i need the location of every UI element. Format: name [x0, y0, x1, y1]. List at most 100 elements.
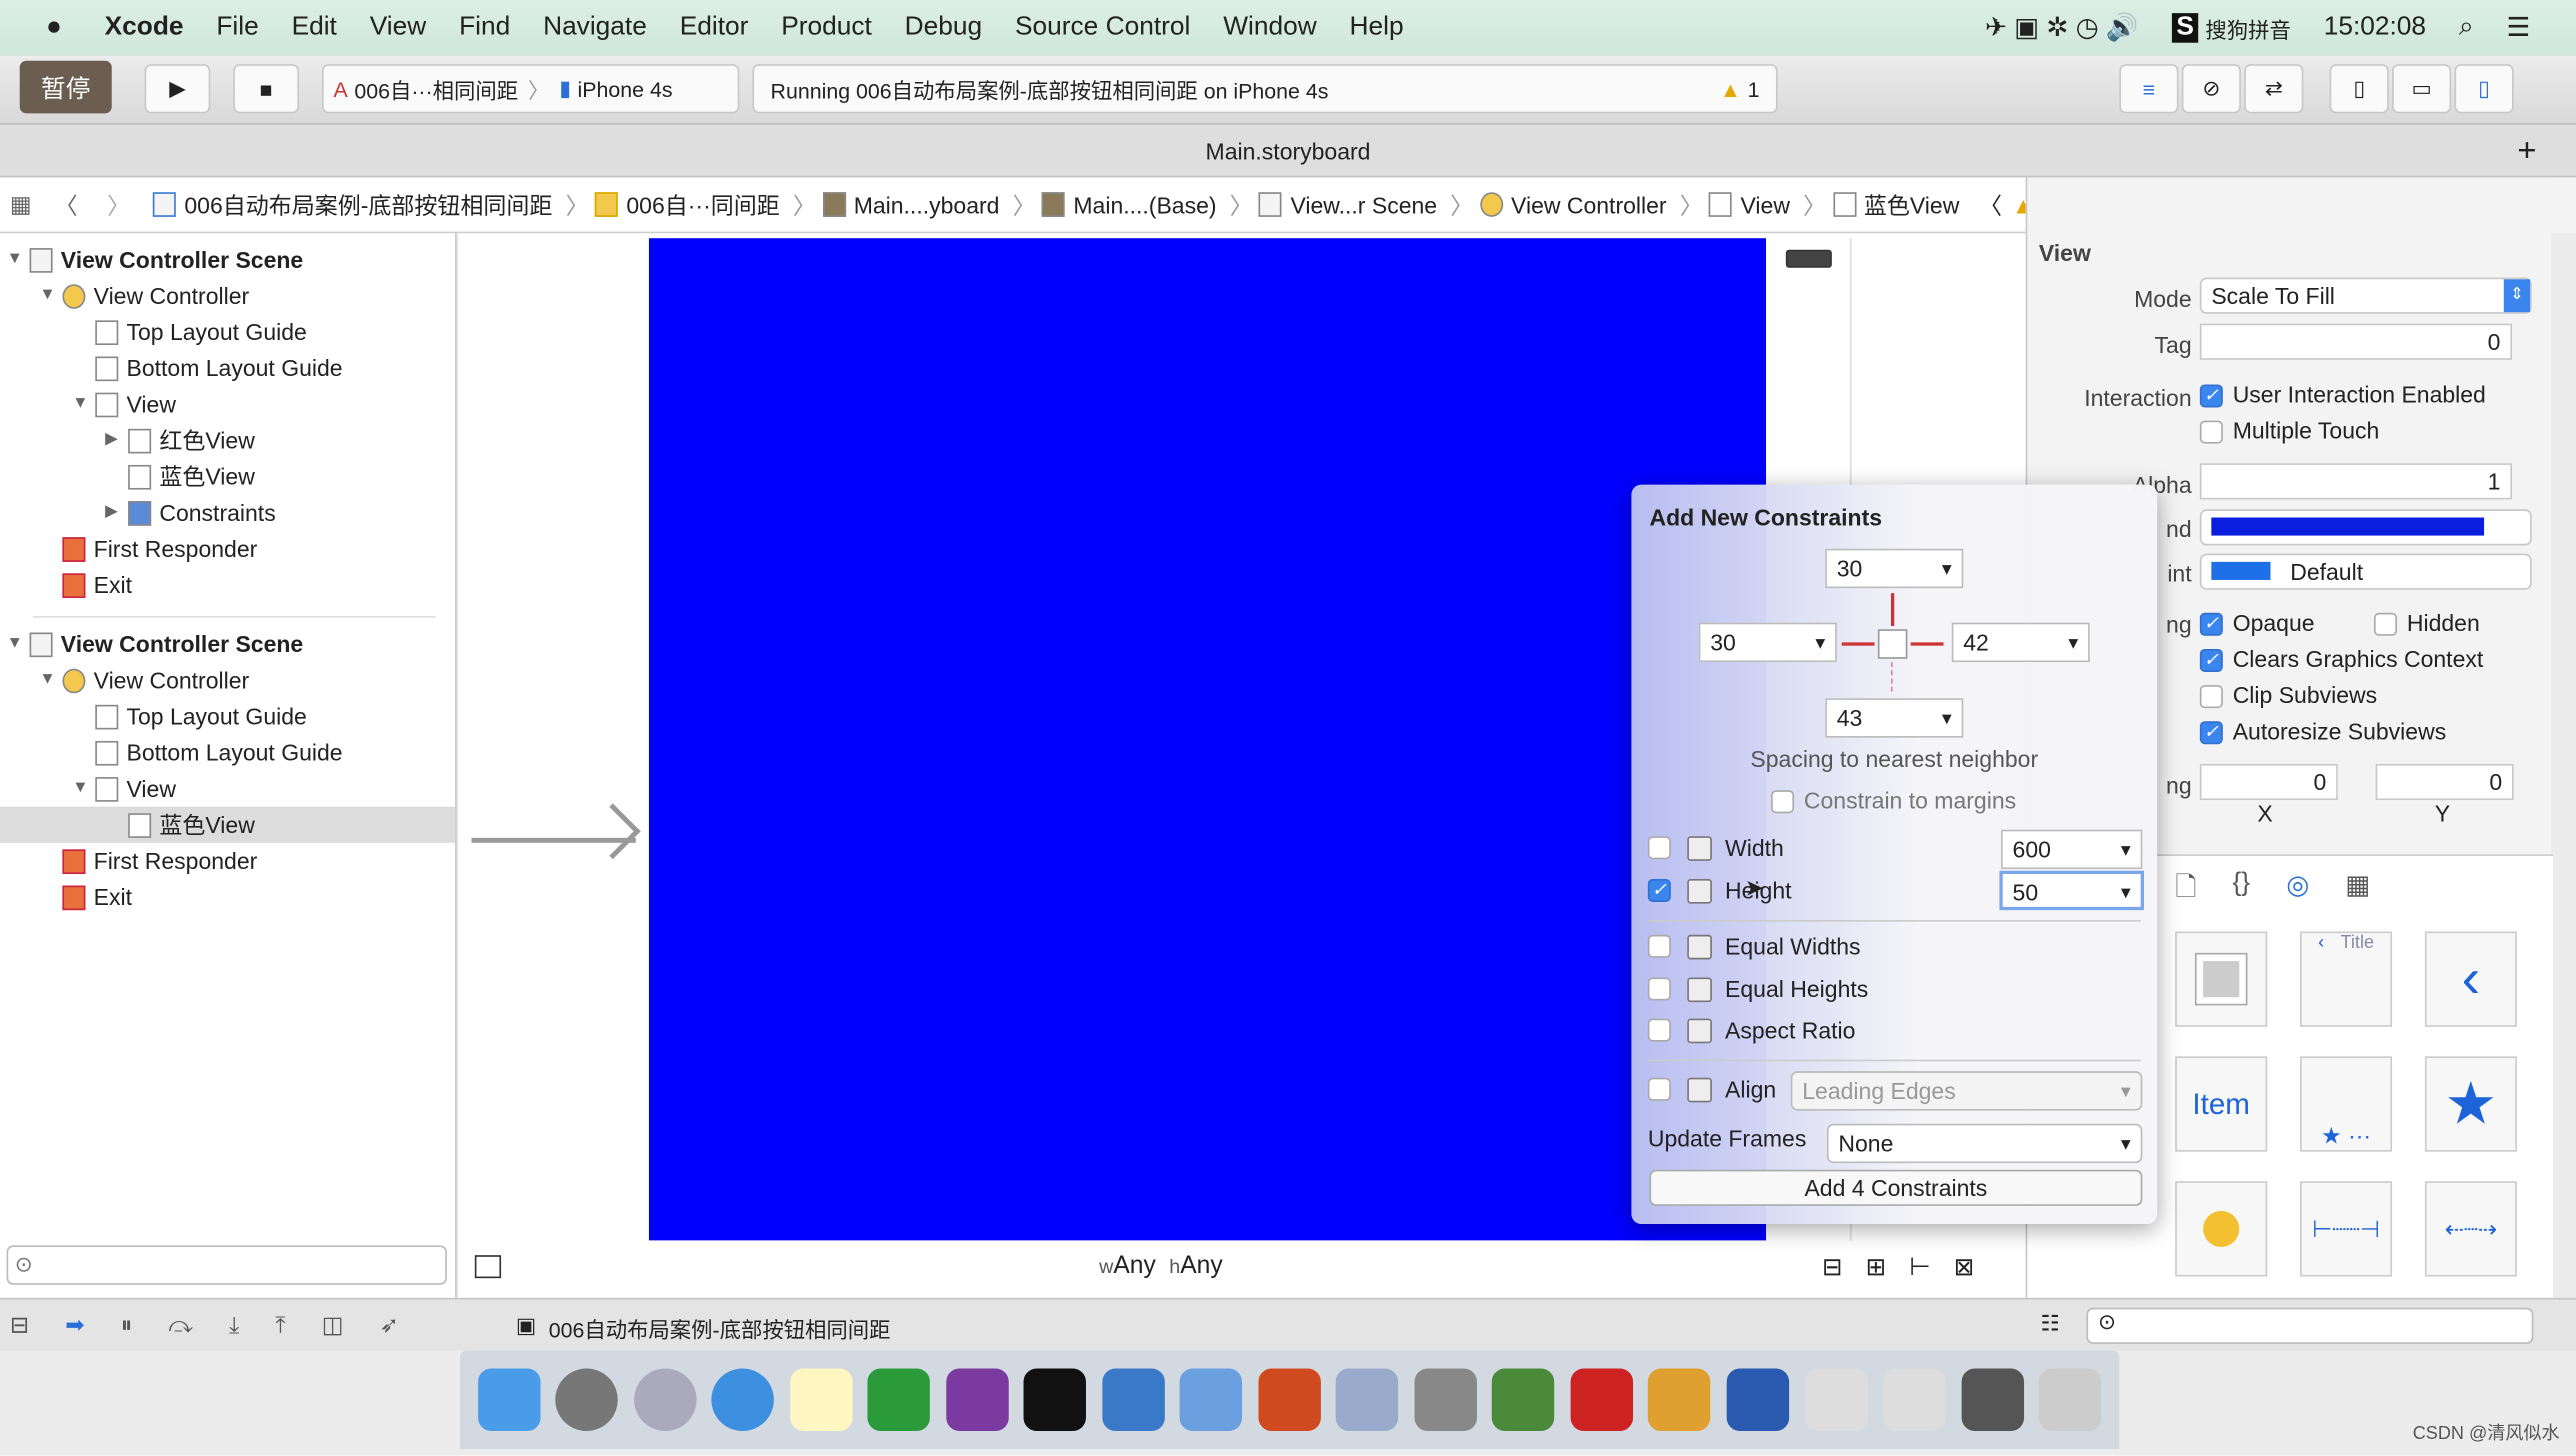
bottom-spacing-combo[interactable]: 43 [1825, 698, 1964, 738]
multiple-touch-checkbox[interactable]: Multiple Touch [2199, 417, 2379, 445]
library-grid-icon[interactable]: ☷ [2040, 1311, 2059, 1337]
library-back-button[interactable]: ‹ [2424, 931, 2517, 1027]
disclosure-triangle[interactable]: ▼ [39, 278, 62, 314]
filezilla-icon[interactable] [1570, 1368, 1633, 1431]
display-icon[interactable] [1960, 1368, 2024, 1431]
forward-icon[interactable]: 〉 [107, 188, 130, 221]
assistant-editor-button[interactable]: ⊘ [2181, 64, 2241, 114]
size-class-control[interactable]: wAny hAny [1099, 1252, 1223, 1280]
breakpoints-icon[interactable]: ➡ [65, 1311, 84, 1339]
outline-item[interactable]: ▼ View Controller [39, 278, 249, 314]
breadcrumb-project[interactable]: 006自动布局案例-底部按钮相同间距 [153, 188, 552, 221]
standard-editor-button[interactable]: ≡ [2119, 64, 2179, 114]
toggle-debug-button[interactable]: ▭ [2392, 64, 2452, 114]
breadcrumb-view[interactable]: View [1709, 191, 1790, 218]
aspect-ratio-row[interactable]: Aspect Ratio [1647, 1012, 1855, 1048]
object-library-icon[interactable]: ◎ [2286, 869, 2309, 913]
outline-item[interactable]: ▼ View Controller [39, 662, 249, 698]
add-constraints-button[interactable]: Add 4 Constraints [1649, 1169, 2143, 1206]
disclosure-triangle[interactable]: ▼ [7, 626, 30, 662]
clip-subviews-checkbox[interactable]: Clip Subviews [2199, 682, 2377, 709]
network-icon[interactable] [1492, 1368, 1555, 1431]
launchpad-icon[interactable] [633, 1368, 697, 1431]
menu-app[interactable]: Xcode [105, 13, 184, 43]
tint-select[interactable]: Default [2199, 553, 2532, 590]
library-navigation-bar[interactable]: ‹ Title [2300, 931, 2393, 1027]
height-constraint-row[interactable]: ✓ Height [1647, 872, 1792, 908]
scheme-selector[interactable]: A 006自···相同间距 〉 ▮ iPhone 4s [322, 64, 740, 114]
pause-button[interactable]: 暂停 [19, 60, 112, 114]
outline-item[interactable]: First Responder [39, 531, 257, 567]
menu-help[interactable]: Help [1350, 13, 1404, 43]
instruments-icon[interactable] [1180, 1368, 1243, 1431]
back-icon[interactable]: 〈 [55, 188, 78, 221]
disclosure-triangle[interactable]: ▶ [105, 422, 128, 458]
breadcrumb-view-controller[interactable]: View Controller [1479, 191, 1667, 218]
media-library-icon[interactable]: ▦ [2345, 869, 2370, 913]
disclosure-triangle[interactable]: ▶ [105, 495, 128, 531]
outline-item[interactable]: ▼ View Controller Scene [7, 242, 304, 278]
stop-button[interactable]: ■ [233, 64, 300, 114]
alpha-field[interactable]: 1 [2199, 463, 2512, 500]
trash-icon[interactable] [2038, 1368, 2102, 1431]
menu-edit[interactable]: Edit [292, 13, 337, 43]
menu-file[interactable]: File [216, 13, 258, 43]
disclosure-triangle[interactable]: ▼ [39, 662, 62, 698]
height-value-combo[interactable]: 50 [1999, 870, 2144, 911]
blue-view[interactable] [648, 238, 1767, 1241]
toggle-outline-icon[interactable] [474, 1255, 502, 1279]
outline-item[interactable]: Bottom Layout Guide [72, 734, 343, 770]
library-toolbar[interactable]: ★ ··· [2300, 1056, 2393, 1152]
step-out-icon[interactable]: ⤒ [275, 1311, 285, 1339]
toggle-utilities-button[interactable]: ▯ [2454, 64, 2514, 114]
align-icon[interactable]: ⊞ [1866, 1252, 1887, 1282]
safari-icon[interactable] [711, 1368, 775, 1431]
breadcrumb-scene[interactable]: View...r Scene [1259, 191, 1437, 218]
menu-view[interactable]: View [370, 13, 427, 43]
word-icon[interactable] [1726, 1368, 1790, 1431]
clock[interactable]: 15:02:08 [2324, 13, 2426, 43]
file-template-icon[interactable]: 🗋 [2175, 869, 2196, 913]
terminal-icon[interactable] [1024, 1368, 1087, 1431]
opaque-checkbox[interactable]: ✓ Opaque [2199, 610, 2315, 637]
constraint-pin-diagram[interactable] [1841, 590, 1944, 692]
location-icon[interactable]: ➶ [380, 1311, 399, 1339]
outline-filter[interactable]: ⊙ [6, 1245, 447, 1285]
apple-icon[interactable]: ● [46, 13, 62, 43]
top-spacing-combo[interactable]: 30 [1825, 548, 1964, 589]
trailing-spacing-combo[interactable]: 42 [1951, 622, 2090, 663]
equal-widths-row[interactable]: Equal Widths [1647, 928, 1861, 964]
outline-item[interactable]: ▶ Constraints [105, 495, 276, 531]
library-filter[interactable]: ⊙ [2086, 1307, 2534, 1344]
warning-icon[interactable]: ▲ [1720, 76, 1741, 101]
tag-field[interactable]: 0 [2199, 323, 2512, 360]
menu-window[interactable]: Window [1223, 13, 1316, 43]
outline-item[interactable]: ▶ 红色View [105, 422, 255, 458]
breadcrumb-blue-view[interactable]: 蓝色View [1832, 188, 1959, 221]
finder-icon[interactable] [477, 1368, 541, 1431]
outline-item[interactable]: 蓝色View [0, 806, 456, 843]
app-store-icon[interactable] [1804, 1368, 1868, 1431]
library-fixed-space[interactable]: ⊢┈┈⊣ [2300, 1181, 2393, 1277]
menu-navigate[interactable]: Navigate [543, 13, 647, 43]
pin-icon[interactable]: ⊢ [1909, 1252, 1930, 1282]
app-store2-icon[interactable] [1882, 1368, 1946, 1431]
outline-item[interactable]: Exit [39, 567, 132, 603]
outline-item[interactable]: ▼ View [72, 771, 176, 807]
status-icons[interactable]: ✈ ▣ ✲ ◷ 🔊 [1985, 12, 2139, 45]
library-view[interactable] [2175, 931, 2268, 1027]
align-select[interactable]: Leading Edges [1790, 1071, 2143, 1111]
width-value-combo[interactable]: 600 [2001, 829, 2143, 870]
run-button[interactable]: ▶ [144, 64, 211, 114]
autoresize-checkbox[interactable]: ✓ Autoresize Subviews [2199, 718, 2446, 745]
hide-debug-icon[interactable]: ⊟ [10, 1311, 29, 1339]
width-constraint-row[interactable]: Width [1647, 830, 1784, 866]
tab-main-storyboard[interactable]: Main.storyboard [1206, 138, 1371, 164]
update-frames-select[interactable]: None [1826, 1123, 2143, 1164]
version-editor-button[interactable]: ⇄ [2244, 64, 2304, 114]
mode-select[interactable]: Scale To Fill ⇕ [2199, 277, 2532, 314]
outline-item[interactable]: Top Layout Guide [72, 314, 307, 350]
library-bar-item[interactable]: Item [2175, 1056, 2268, 1152]
system-preferences-icon[interactable] [555, 1368, 619, 1431]
step-over-icon[interactable]: ⤼ [168, 1311, 193, 1339]
